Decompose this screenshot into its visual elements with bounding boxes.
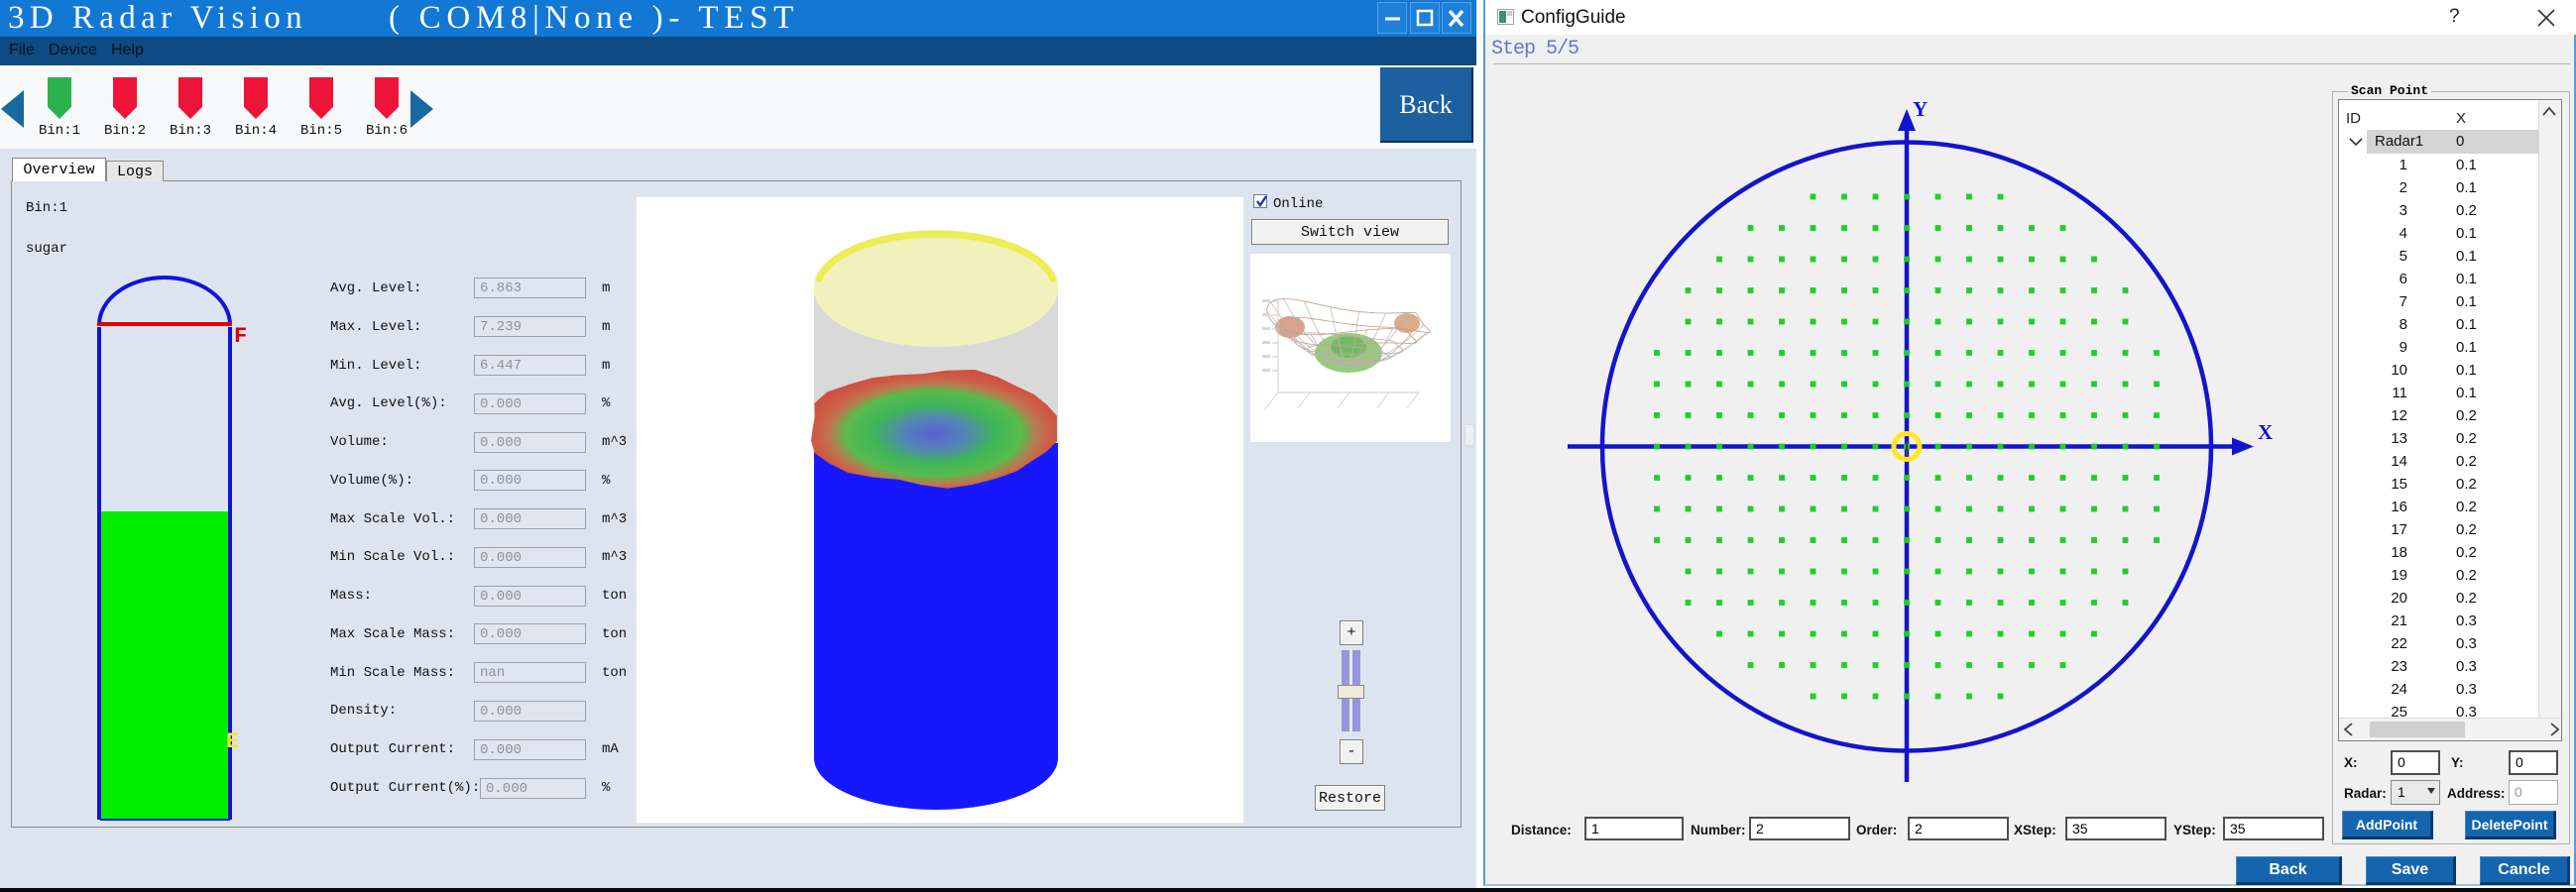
svg-text:F: F (234, 324, 247, 349)
svg-text:X: X (2258, 420, 2273, 444)
svg-text:Y: Y (1913, 97, 1928, 121)
svg-text:E: E (226, 729, 239, 754)
